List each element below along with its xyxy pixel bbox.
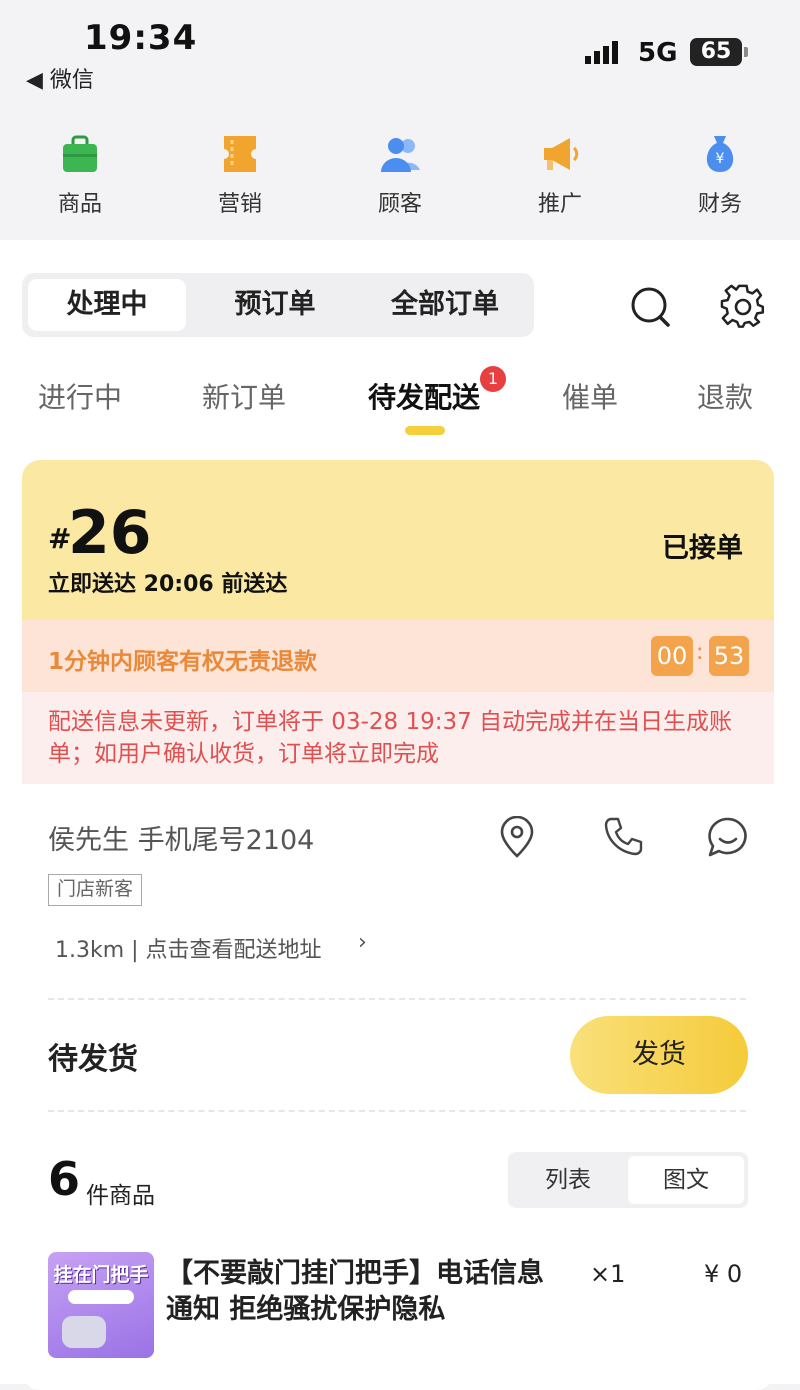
users-icon <box>381 138 420 172</box>
timer-minutes: 00 <box>651 636 693 676</box>
order-status: 已接单 <box>662 533 743 564</box>
nav-label: 营销 <box>217 192 262 217</box>
item-count: 6 <box>48 1152 81 1206</box>
nav-item-finance[interactable]: ¥ 财务 <box>660 120 780 218</box>
status-time: 19:34 <box>84 18 198 58</box>
view-address-link[interactable]: 1.3km | 点击查看配送地址 <box>55 932 322 964</box>
thumbnail-text: 挂在门把手 <box>53 1264 149 1286</box>
subtab-awaiting-delivery[interactable]: 待发配送 <box>368 376 480 416</box>
auto-complete-warning: 配送信息未更新，订单将于 03-28 19:37 自动完成并在当日生成账单；如用… <box>48 709 733 767</box>
view-list-button[interactable]: 列表 <box>512 1156 624 1204</box>
chevron-right-icon[interactable]: › <box>358 930 367 955</box>
nav-label: 财务 <box>697 192 742 217</box>
nav-label: 顾客 <box>377 192 422 217</box>
nav-label: 推广 <box>537 192 582 217</box>
active-tab-indicator <box>405 426 445 435</box>
delivery-time: 立即送达 20:06 前送达 <box>48 572 288 597</box>
product-price: ¥ 0 <box>704 1260 743 1288</box>
top-nav: 商品 营销 顾客 推广 ¥ 财务 <box>0 120 800 230</box>
new-customer-tag: 门店新客 <box>48 874 143 906</box>
timer-seconds: 53 <box>709 636 749 676</box>
tab-processing[interactable]: 处理中 <box>28 279 186 331</box>
subtab-refunds[interactable]: 退款 <box>697 376 753 416</box>
product-thumbnail[interactable]: 挂在门把手 <box>48 1252 154 1358</box>
timer-colon: : <box>696 640 704 665</box>
notification-badge: 1 <box>480 366 506 392</box>
divider <box>48 998 746 1000</box>
product-quantity: ×1 <box>590 1260 626 1288</box>
nav-item-marketing[interactable]: 营销 <box>180 120 300 218</box>
money-bag-icon: ¥ <box>706 136 734 172</box>
view-mode-toggle: 列表 图文 <box>508 1152 748 1208</box>
nav-item-products[interactable]: 商品 <box>20 120 140 218</box>
subtab-new-orders[interactable]: 新订单 <box>202 376 286 416</box>
order-tab-group: 处理中 预订单 全部订单 <box>22 273 534 337</box>
phone-icon[interactable] <box>603 816 643 856</box>
view-graphic-button[interactable]: 图文 <box>628 1156 744 1204</box>
svg-text:¥: ¥ <box>716 151 725 167</box>
search-icon[interactable] <box>628 284 672 328</box>
divider <box>48 1110 746 1112</box>
signal-icon <box>585 41 618 64</box>
customer-info: 侯先生 手机尾号2104 <box>48 825 315 856</box>
network-type: 5G <box>638 38 678 68</box>
chat-icon[interactable] <box>706 815 750 859</box>
order-number: 26 <box>68 498 152 568</box>
tab-preorders[interactable]: 预订单 <box>192 279 358 331</box>
shopping-bag-icon <box>63 135 97 172</box>
tab-all-orders[interactable]: 全部订单 <box>362 279 528 331</box>
back-to-wechat-link[interactable]: ◀ 微信 <box>26 62 94 94</box>
location-pin-icon[interactable] <box>498 816 536 858</box>
nav-label: 商品 <box>57 192 102 217</box>
item-count-label: 件商品 <box>86 1183 155 1209</box>
ticket-icon <box>219 136 261 172</box>
refund-notice: 1分钟内顾客有权无责退款 <box>48 649 318 675</box>
nav-item-customers[interactable]: 顾客 <box>340 120 460 218</box>
ship-button[interactable]: 发货 <box>570 1016 748 1094</box>
battery-tip <box>744 47 748 57</box>
gear-icon[interactable] <box>720 284 766 330</box>
thumbnail-decoration <box>62 1316 106 1348</box>
pending-shipment-label: 待发货 <box>48 1042 138 1077</box>
battery-icon: 65 <box>690 38 742 66</box>
nav-item-promotion[interactable]: 推广 <box>500 120 620 218</box>
subtab-in-progress[interactable]: 进行中 <box>38 376 122 416</box>
product-name[interactable]: 【不要敲门挂门把手】电话信息通知 拒绝骚扰保护隐私 <box>166 1256 556 1328</box>
thumbnail-decoration <box>68 1290 134 1304</box>
megaphone-icon <box>544 138 579 170</box>
subtab-reminders[interactable]: 催单 <box>562 376 618 416</box>
